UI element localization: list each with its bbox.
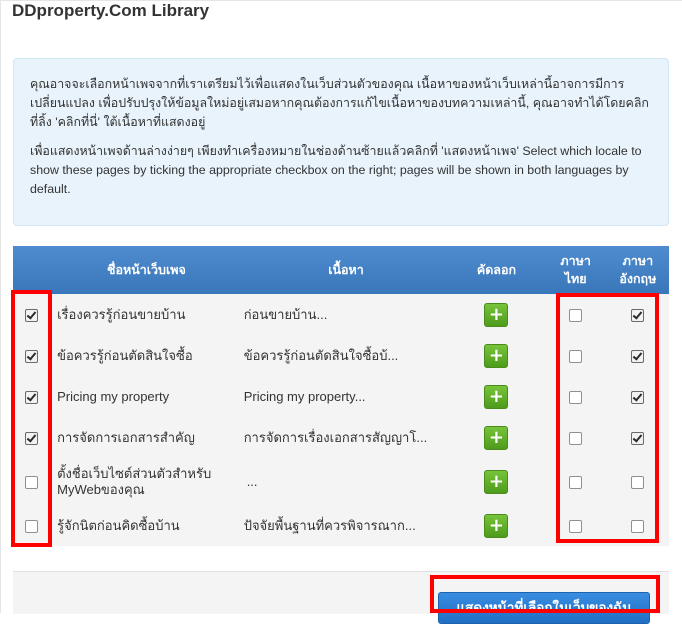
page-name: ตั้งชื่อเว็บไซต์ส่วนตัวสำหรับ MyWebของคุณ bbox=[49, 458, 244, 505]
header-english: ภาษาอังกฤษ bbox=[606, 246, 669, 294]
copy-plus-icon[interactable]: + bbox=[484, 384, 509, 409]
page-content: Pricing my property... bbox=[243, 389, 366, 404]
info-box: คุณอาจจะเลือกหน้าเพจจากที่เราเตรียมไว้เพ… bbox=[13, 58, 669, 226]
highlight-select-column bbox=[11, 290, 52, 547]
copy-plus-icon[interactable]: + bbox=[484, 513, 509, 538]
page-name: เรื่องควรรู้ก่อนขายบ้าน bbox=[57, 306, 186, 322]
page-content: ก่อนขายบ้าน... bbox=[243, 307, 328, 322]
header-page-name: ชื่อหน้าเว็บเพจ bbox=[49, 246, 244, 294]
page-content: ปัจจัยพื้นฐานที่ควรพิจารณาก... bbox=[243, 518, 416, 533]
left-border bbox=[0, 0, 1, 613]
header-english-line2: อังกฤษ bbox=[619, 272, 657, 286]
page-name: ข้อควรรู้ก่อนตัดสินใจซื้อ bbox=[57, 347, 193, 363]
copy-plus-icon[interactable]: + bbox=[484, 469, 509, 494]
copy-plus-icon[interactable]: + bbox=[484, 343, 509, 368]
table-header-row: ชื่อหน้าเว็บเพจ เนื้อหา คัดลอก ภาษาไทย ภ… bbox=[13, 246, 669, 294]
page-name-line2: MyWebของคุณ bbox=[57, 481, 145, 497]
highlight-show-button bbox=[430, 575, 660, 613]
copy-plus-icon[interactable]: + bbox=[484, 425, 509, 450]
header-copy: คัดลอก bbox=[448, 246, 545, 294]
page-name-line1: ตั้งชื่อเว็บไซต์ส่วนตัวสำหรับ bbox=[57, 465, 212, 481]
page-content: การจัดการเรื่องเอกสารสัญญาโ... bbox=[243, 430, 428, 445]
header-thai: ภาษาไทย bbox=[544, 246, 607, 294]
page-name: Pricing my property bbox=[57, 388, 170, 404]
info-paragraph-1: คุณอาจจะเลือกหน้าเพจจากที่เราเตรียมไว้เพ… bbox=[30, 77, 649, 129]
header-english-line1: ภาษา bbox=[622, 254, 654, 268]
page-name: การจัดการเอกสารสำคัญ bbox=[57, 429, 195, 445]
page-name: รู้จักนิตก่อนคิดซื้อบ้าน bbox=[57, 517, 180, 533]
header-thai-line2: ไทย bbox=[564, 272, 587, 286]
page-content-text: ... bbox=[246, 474, 258, 489]
highlight-language-columns bbox=[556, 293, 659, 543]
header-thai-line1: ภาษา bbox=[560, 254, 591, 268]
page-content: ... bbox=[244, 458, 449, 505]
page-content: ข้อควรรู้ก่อนตัดสินใจซื้อบ้... bbox=[243, 348, 399, 363]
page-title: DDproperty.Com Library bbox=[12, 1, 210, 20]
header-select bbox=[13, 246, 50, 294]
info-paragraph-2: เพื่อแสดงหน้าเพจด้านล่างง่ายๆ เพียงทำเคร… bbox=[30, 144, 642, 196]
header-content: เนื้อหา bbox=[243, 246, 449, 294]
copy-plus-icon[interactable]: + bbox=[484, 302, 509, 327]
